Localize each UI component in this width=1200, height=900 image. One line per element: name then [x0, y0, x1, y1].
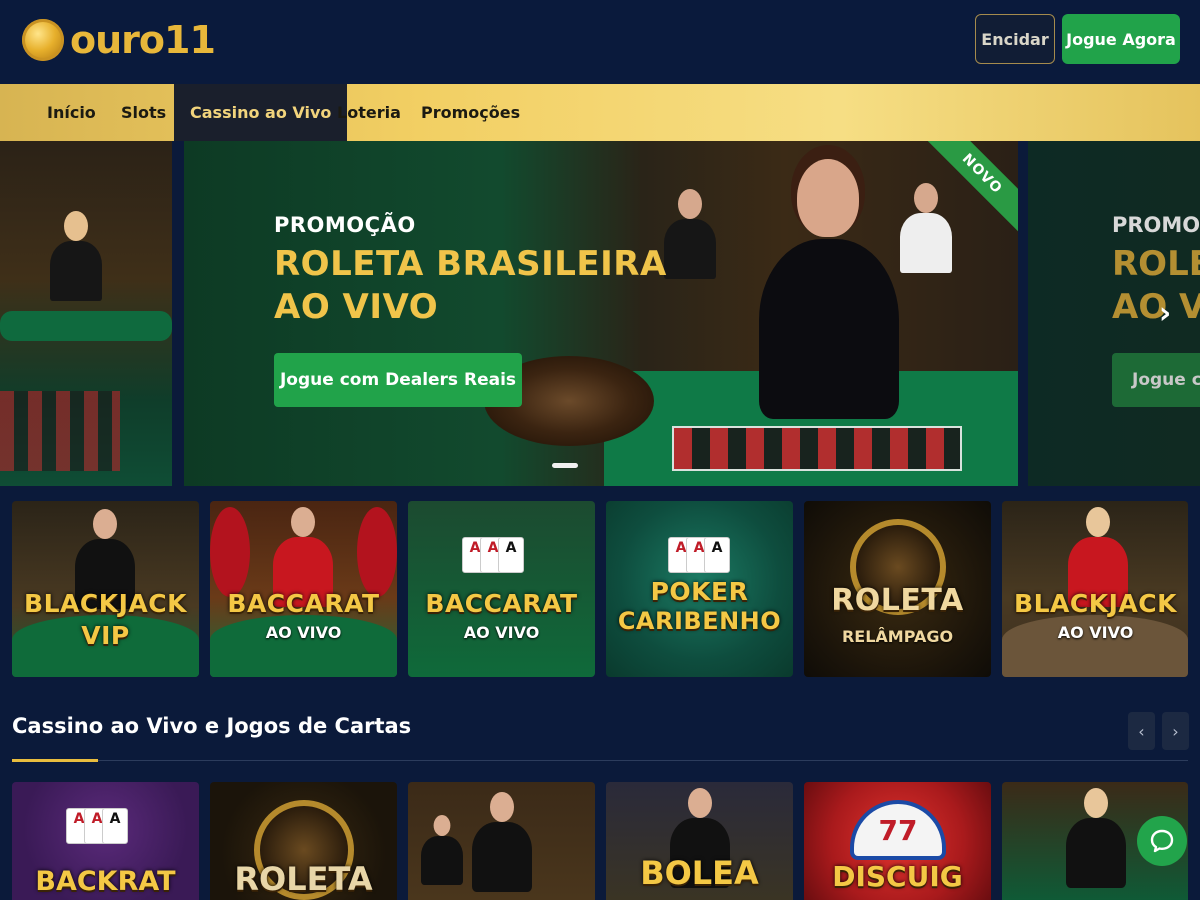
section-game-title: ROLETA [234, 860, 373, 898]
site-header: ouro11 Encidar Jogue Agora [0, 0, 1200, 84]
flowers-image [210, 507, 250, 597]
dealer-image [421, 815, 463, 885]
game-tile-title: BLACKJACK [1014, 589, 1177, 618]
promo-title: ROLETA BRASILEIRA AO VIVO [274, 243, 667, 329]
section-next-icon[interactable]: › [1162, 712, 1189, 750]
roulette-board-image [0, 391, 120, 471]
section-game-tile-backrat[interactable]: AAA BACKRAT [12, 782, 199, 900]
next-slide-title-line1: ROLET [1112, 244, 1200, 284]
slot-77-icon: 77 [850, 800, 946, 860]
section-game-tile-discuig[interactable]: 77 DISCUIG [804, 782, 991, 900]
cards-image: AAA [462, 537, 524, 573]
game-tile-title: BACCARAT [227, 589, 380, 618]
carousel-next-icon[interactable]: › [1150, 296, 1180, 331]
carousel-dot[interactable] [552, 463, 578, 468]
section-game-title: BOLEA [640, 854, 759, 892]
game-tile-blackjack-vip[interactable]: BLACKJACK VIP [12, 501, 199, 677]
nav-item-inicio[interactable]: Início [47, 84, 96, 141]
hero-carousel: PROMOÇÃO ROLETA BRASILEIRA AO VIVO Jogue… [0, 141, 1200, 486]
section-game-title: DISCUIG [832, 860, 963, 893]
game-tile-title: POKER [650, 577, 749, 606]
promo-banner[interactable]: PROMOÇÃO ROLETA BRASILEIRA AO VIVO Jogue… [184, 141, 1018, 486]
section-prev-icon[interactable]: ‹ [1128, 712, 1155, 750]
dealer-image [472, 792, 532, 892]
next-slide-kicker: PROMOÇ [1112, 213, 1200, 237]
promo-kicker: PROMOÇÃO [274, 213, 416, 237]
game-tile-subtitle: CARIBENHO [617, 607, 782, 635]
game-tile-baccarat-ao-vivo-2[interactable]: AAA BACCARAT AO VIVO [408, 501, 595, 677]
promo-cta-button[interactable]: Jogue com Dealers Reais [274, 353, 522, 407]
nav-item-promocoes[interactable]: Promoções [421, 84, 520, 141]
dealer-image [50, 211, 102, 301]
section-game-title: BACKRAT [35, 866, 176, 897]
chat-icon [1150, 829, 1174, 853]
chat-button[interactable] [1137, 816, 1187, 866]
promo-title-line2: AO VIVO [274, 287, 439, 327]
section-game-tile-bolea[interactable]: BOLEA [606, 782, 793, 900]
game-tile-roleta-relampago[interactable]: ROLETA RELÂMPAGO [804, 501, 991, 677]
section-game-tile-roleta[interactable]: ROLETA [210, 782, 397, 900]
game-tile-title: BLACKJACK [24, 589, 187, 618]
next-slide-cta: Jogue co [1112, 353, 1200, 407]
cards-image: AAA [668, 537, 730, 573]
nav-item-loteria[interactable]: Loteria [337, 84, 401, 141]
dealer-image [1066, 788, 1126, 888]
game-tile-baccarat-ao-vivo[interactable]: BACCARAT AO VIVO [210, 501, 397, 677]
section-divider-accent [12, 759, 98, 762]
login-button[interactable]: Encidar [975, 14, 1055, 64]
section-title: Cassino ao Vivo e Jogos de Cartas [12, 714, 412, 738]
table-image [0, 311, 172, 341]
main-nav: Início Slots Cassino ao Vivo Loteria Pro… [0, 84, 1200, 141]
logo-text: ouro11 [70, 18, 216, 62]
logo[interactable]: ouro11 [22, 10, 216, 70]
coin-logo-icon [22, 19, 64, 61]
dealer-image [664, 189, 716, 279]
game-tile-title: BACCARAT [425, 589, 578, 618]
dealer-image [744, 159, 914, 486]
game-tile-subtitle: AO VIVO [265, 623, 342, 642]
flowers-image [357, 507, 397, 597]
promo-title-line1: ROLETA BRASILEIRA [274, 244, 667, 284]
nav-item-cassino-ao-vivo[interactable]: Cassino ao Vivo [174, 84, 348, 141]
game-tile-subtitle: VIP [81, 621, 130, 650]
cards-image: AAA [66, 808, 128, 844]
game-tile-subtitle: RELÂMPAGO [841, 627, 954, 646]
signup-button[interactable]: Jogue Agora [1062, 14, 1180, 64]
game-tile-poker-caribenho[interactable]: AAA POKER CARIBENHO [606, 501, 793, 677]
section-divider [12, 760, 1188, 761]
section-game-tile-live-dealer[interactable] [408, 782, 595, 900]
game-tile-title: ROLETA [831, 583, 964, 618]
previous-slide-preview[interactable] [0, 141, 172, 486]
game-tile-subtitle: AO VIVO [463, 623, 540, 642]
nav-item-slots[interactable]: Slots [121, 84, 166, 141]
game-tile-blackjack-ao-vivo[interactable]: BLACKJACK AO VIVO [1002, 501, 1188, 677]
game-tile-subtitle: AO VIVO [1057, 623, 1134, 642]
